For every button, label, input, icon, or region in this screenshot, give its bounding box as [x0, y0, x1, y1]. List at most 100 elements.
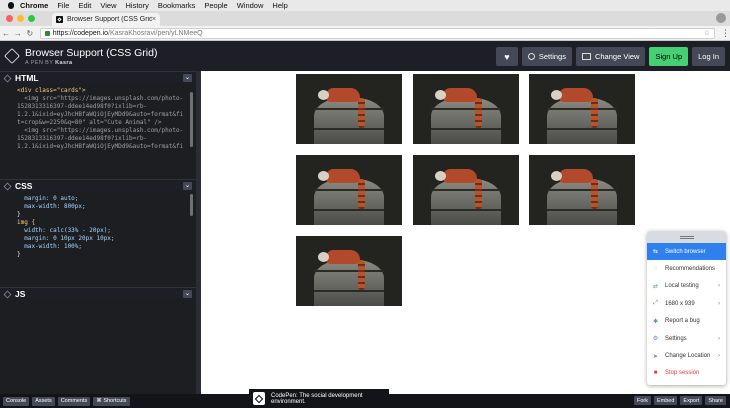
- red-panda-image: [296, 74, 402, 144]
- share-button[interactable]: Share: [705, 396, 726, 405]
- panel-item-label: 1680 x 939: [665, 300, 695, 307]
- panel-item-report-a-bug[interactable]: ✱ Report a bug: [647, 313, 726, 330]
- menu-help[interactable]: Help: [272, 1, 287, 10]
- html-scrollbar[interactable]: [190, 92, 193, 147]
- bug-icon: ✱: [652, 318, 659, 325]
- pen-title[interactable]: Browser Support (CSS Grid): [25, 47, 157, 59]
- forward-icon[interactable]: →: [12, 29, 24, 38]
- back-icon[interactable]: ←: [0, 29, 12, 38]
- gear-icon: [527, 53, 535, 60]
- love-button[interactable]: ♥: [495, 47, 518, 66]
- stop-icon: ■: [653, 370, 658, 377]
- panel-item-1680-x-939[interactable]: ⤢ 1680 x 939 ›: [647, 295, 726, 312]
- export-button[interactable]: Export: [680, 396, 703, 405]
- panel-item-stop-session[interactable]: ■ Stop session: [647, 365, 726, 382]
- apple-icon[interactable]: [6, 2, 16, 10]
- close-window-icon[interactable]: [6, 15, 13, 22]
- reload-icon[interactable]: ↻: [24, 29, 36, 38]
- code-line: <img src="https://images.unsplash.com/ph…: [17, 127, 184, 134]
- css-settings-icon[interactable]: [3, 182, 12, 190]
- menu-history[interactable]: History: [126, 1, 149, 10]
- js-settings-icon[interactable]: [3, 290, 12, 298]
- code-line: <div class="cards">: [17, 87, 86, 94]
- css-collapse-toggle[interactable]: ⌄: [183, 182, 192, 190]
- fork-button[interactable]: Fork: [633, 396, 651, 405]
- settings-button[interactable]: Settings: [521, 47, 572, 66]
- assets-button[interactable]: Assets: [32, 396, 55, 406]
- html-settings-icon[interactable]: [3, 74, 12, 82]
- toast-text: CodePen: The social development environm…: [270, 392, 363, 405]
- menu-app-name[interactable]: Chrome: [20, 1, 48, 10]
- shortcuts-button[interactable]: ⌘ Shortcuts: [93, 396, 130, 406]
- tab-title: Browser Support (CSS Grid): [67, 16, 152, 23]
- panel-item-switch-browser[interactable]: ⇆ Switch browser: [647, 243, 726, 261]
- menu-people[interactable]: People: [204, 1, 227, 10]
- comments-button[interactable]: Comments: [57, 396, 91, 406]
- code-line: t=crop&w=2250&q=80" alt="Cute Animal" />: [17, 119, 162, 126]
- embed-button[interactable]: Embed: [653, 396, 678, 405]
- js-code-editor[interactable]: [0, 300, 196, 394]
- panel-item-settings[interactable]: ⚙ Settings ›: [647, 330, 726, 347]
- css-editor-header: CSS ⌄: [0, 179, 196, 192]
- log-in-button[interactable]: Log In: [692, 47, 725, 66]
- red-panda-image: [529, 74, 635, 144]
- mac-menubar: Chrome File Edit View History Bookmarks …: [0, 0, 730, 11]
- code-line: margin: 0 10px 20px 10px;: [17, 235, 115, 242]
- browser-tab-strip: Browser Support (CSS Grid) ×: [0, 11, 730, 26]
- html-collapse-toggle[interactable]: ⌄: [183, 74, 192, 82]
- sign-up-button[interactable]: Sign Up: [649, 47, 689, 66]
- codepen-favicon-icon: [56, 16, 63, 23]
- menu-window[interactable]: Window: [237, 1, 264, 10]
- location-icon: ➤: [652, 353, 659, 360]
- bulb-icon: ◌: [653, 266, 658, 273]
- menu-edit[interactable]: Edit: [78, 1, 91, 10]
- code-line: 1528313316397-ddee14ed98f0?ixlib=rb-: [17, 135, 148, 142]
- css-editor-label: CSS: [15, 181, 33, 191]
- red-panda-image: [413, 74, 519, 144]
- lock-icon: [44, 30, 50, 36]
- js-collapse-toggle[interactable]: ⌄: [183, 290, 192, 298]
- code-line: img {: [17, 219, 36, 226]
- zoom-window-icon[interactable]: [28, 15, 35, 22]
- css-code-editor[interactable]: margin: 0 auto; max-width: 800px;} img { …: [0, 192, 196, 287]
- css-scrollbar[interactable]: [190, 194, 193, 216]
- html-editor-label: HTML: [15, 73, 39, 83]
- change-view-button[interactable]: Change View: [575, 47, 646, 66]
- chrome-menu-icon[interactable]: ⋮: [721, 28, 730, 39]
- menu-bookmarks[interactable]: Bookmarks: [158, 1, 196, 10]
- panel-item-label: Change Location: [665, 353, 711, 360]
- codepen-logo-icon: [253, 392, 265, 405]
- panel-drag-handle[interactable]: [647, 231, 726, 243]
- codepen-header: Browser Support (CSS Grid) A PEN BY Kasr…: [0, 41, 730, 71]
- panel-item-local-testing[interactable]: ⇄ Local testing ›: [647, 278, 726, 295]
- html-code-editor[interactable]: <div class="cards"> <img src="https://im…: [0, 84, 196, 179]
- pen-author-link[interactable]: Kasra: [55, 60, 72, 66]
- menu-view[interactable]: View: [100, 1, 116, 10]
- codepen-toast[interactable]: CodePen: The social development environm…: [249, 389, 389, 408]
- codepen-logo-icon[interactable]: [4, 48, 20, 64]
- bookmark-star-icon[interactable]: ☆: [704, 29, 710, 37]
- html-editor-header: HTML ⌄: [0, 71, 196, 84]
- code-line: 1.2.1&ixid=eyJhcHBfaWQiOjEyMDd9&auto=for…: [17, 143, 184, 150]
- panel-item-label: Settings: [665, 335, 687, 342]
- red-panda-image: [529, 155, 635, 225]
- profile-avatar[interactable]: [716, 13, 726, 23]
- address-bar[interactable]: https://codepen.io /KasraKhosravi/pen/yL…: [39, 27, 716, 39]
- line-gutter: [0, 300, 12, 394]
- panel-item-label: Stop session: [665, 370, 700, 377]
- browser-tab[interactable]: Browser Support (CSS Grid) ×: [52, 13, 160, 26]
- url-host: https://codepen.io: [52, 29, 109, 37]
- switch-icon: ⇆: [652, 249, 659, 256]
- panel-item-change-location[interactable]: ➤ Change Location ›: [647, 347, 726, 364]
- menu-file[interactable]: File: [57, 1, 69, 10]
- code-line: max-width: 800px;: [17, 203, 86, 210]
- panel-item-recommendations[interactable]: ◌ Recommendations: [647, 260, 726, 277]
- settings-label: Settings: [538, 52, 566, 61]
- chevron-right-icon: ›: [718, 300, 720, 307]
- console-button[interactable]: Console: [3, 396, 30, 406]
- gear-icon: ⚙: [652, 336, 659, 343]
- chevron-right-icon: ›: [718, 283, 720, 290]
- minimize-window-icon[interactable]: [17, 15, 24, 22]
- tab-close-icon[interactable]: ×: [152, 16, 156, 23]
- byline-prefix: A PEN BY: [25, 59, 54, 66]
